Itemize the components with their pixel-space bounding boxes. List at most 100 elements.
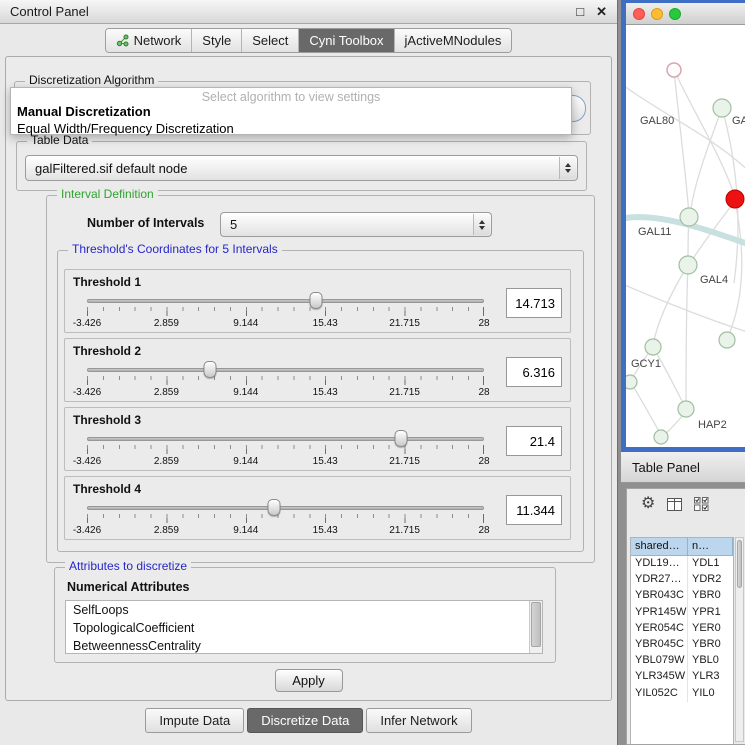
threshold-1-value-input[interactable] [506, 288, 562, 318]
tab-discretize-data[interactable]: Discretize Data [247, 708, 363, 733]
attributes-group: Attributes to discretize Numerical Attri… [54, 567, 556, 663]
column-header-shared-name[interactable]: shared… [631, 538, 688, 556]
table-row[interactable]: YER054C YER0 [631, 621, 733, 637]
zoom-traffic-light-icon[interactable] [669, 8, 681, 20]
cell[interactable]: YIL052C [631, 686, 688, 702]
table-data-combobox[interactable]: galFiltered.sif default node [25, 155, 578, 181]
cell[interactable]: YPR1 [688, 605, 733, 621]
list-item[interactable]: TopologicalCoefficient [66, 619, 542, 637]
cell[interactable]: YLR345W [631, 669, 688, 685]
cell[interactable]: YDL1 [688, 556, 733, 572]
network-node[interactable] [680, 208, 698, 226]
cell[interactable]: YBR045C [631, 637, 688, 653]
slider-track[interactable] [87, 368, 484, 372]
cell[interactable]: YBL0 [688, 653, 733, 669]
number-of-intervals-combobox[interactable]: 5 [220, 212, 492, 237]
float-window-icon[interactable]: □ [576, 5, 584, 18]
tab-network[interactable]: Network [106, 29, 192, 52]
tab-select[interactable]: Select [241, 29, 298, 52]
tab-style[interactable]: Style [191, 29, 241, 52]
minimize-traffic-light-icon[interactable] [651, 8, 663, 20]
table-row[interactable]: YBL079W YBL0 [631, 653, 733, 669]
pink-network-node[interactable] [667, 63, 681, 77]
scale-label: 15.43 [313, 318, 338, 329]
cell[interactable]: YER054C [631, 621, 688, 637]
select-columns-checkbox-grid-icon[interactable] [694, 497, 709, 511]
network-node[interactable] [713, 99, 731, 117]
network-node[interactable] [678, 401, 694, 417]
threshold-3-label: Threshold 3 [73, 413, 141, 427]
slider-track[interactable] [87, 506, 484, 510]
gear-icon[interactable]: ⚙ [641, 496, 655, 512]
close-window-icon[interactable]: ✕ [596, 5, 607, 18]
table-row[interactable]: YIL052C YIL0 [631, 686, 733, 702]
slider-thumb[interactable] [310, 292, 323, 309]
slider-ticks [87, 376, 484, 385]
numerical-attributes-list[interactable]: SelfLoops TopologicalCoefficient Between… [65, 600, 543, 654]
apply-button[interactable]: Apply [275, 669, 343, 692]
network-node[interactable] [645, 339, 661, 355]
combo-stepper-icon[interactable] [473, 214, 490, 235]
cell[interactable]: YLR3 [688, 669, 733, 685]
threshold-4-slider[interactable]: -3.426 2.859 9.144 15.43 21.715 28 [87, 499, 484, 539]
network-window-titlebar[interactable] [626, 3, 745, 25]
table-row[interactable]: YDR27… YDR2 [631, 572, 733, 588]
slider-thumb[interactable] [267, 499, 280, 516]
list-item[interactable]: BetweennessCentrality [66, 637, 542, 654]
cell[interactable]: YIL0 [688, 686, 733, 702]
column-header-name[interactable]: n… [688, 538, 733, 556]
cell[interactable]: YBL079W [631, 653, 688, 669]
table-row[interactable]: YPR145W YPR1 [631, 605, 733, 621]
table-toolbar: ⚙ [627, 489, 745, 519]
cell[interactable]: YDR2 [688, 572, 733, 588]
network-node[interactable] [719, 332, 735, 348]
table-row[interactable]: YLR345W YLR3 [631, 669, 733, 685]
slider-track[interactable] [87, 437, 484, 441]
dropdown-placeholder: Select algorithm to view settings [11, 88, 571, 103]
list-item[interactable]: SelfLoops [66, 601, 542, 619]
slider-track[interactable] [87, 299, 484, 303]
cell[interactable]: YDL19… [631, 556, 688, 572]
table-row[interactable]: YBR043C YBR0 [631, 588, 733, 604]
threshold-3-slider[interactable]: -3.426 2.859 9.144 15.43 21.715 28 [87, 430, 484, 470]
network-node[interactable] [654, 430, 668, 444]
cell[interactable]: YBR0 [688, 637, 733, 653]
scale-label: 21.715 [389, 525, 420, 536]
slider-thumb[interactable] [204, 361, 217, 378]
selected-red-node[interactable] [726, 190, 744, 208]
close-traffic-light-icon[interactable] [633, 8, 645, 20]
threshold-3-value-input[interactable] [506, 426, 562, 456]
cell[interactable]: YBR0 [688, 588, 733, 604]
tab-cyni-toolbox[interactable]: Cyni Toolbox [298, 29, 393, 52]
threshold-2-slider[interactable]: -3.426 2.859 9.144 15.43 21.715 28 [87, 361, 484, 401]
list-scrollbar[interactable] [529, 601, 542, 653]
table-panel-titlebar[interactable]: Table Panel [621, 452, 745, 483]
tab-jactivemnodules[interactable]: jActiveMNodules [394, 29, 512, 52]
tab-infer-network[interactable]: Infer Network [366, 708, 471, 733]
threshold-1-slider[interactable]: -3.426 2.859 9.144 15.43 21.715 28 [87, 292, 484, 332]
scrollbar-thumb[interactable] [531, 602, 541, 647]
network-node[interactable] [626, 375, 637, 389]
cell[interactable]: YDR27… [631, 572, 688, 588]
tab-label: Select [252, 33, 288, 48]
tab-impute-data[interactable]: Impute Data [145, 708, 244, 733]
scale-label: 28 [478, 525, 489, 536]
cell[interactable]: YBR043C [631, 588, 688, 604]
combo-stepper-icon[interactable] [559, 157, 576, 179]
table-row[interactable]: YDL19… YDL1 [631, 556, 733, 572]
cell[interactable]: YER0 [688, 621, 733, 637]
table-scrollbar[interactable] [735, 537, 744, 742]
dropdown-option-equal-width[interactable]: Equal Width/Frequency Discretization [11, 120, 571, 137]
network-canvas[interactable]: GAL80 GAL11 GAL4 GCY1 HAP2 GA [626, 25, 745, 447]
scrollbar-thumb[interactable] [737, 540, 742, 588]
threshold-2-value-input[interactable] [506, 357, 562, 387]
control-panel-titlebar[interactable]: Control Panel □ ✕ [0, 0, 617, 24]
cell[interactable]: YPR145W [631, 605, 688, 621]
table-row[interactable]: YBR045C YBR0 [631, 637, 733, 653]
network-node[interactable] [679, 256, 697, 274]
columns-icon[interactable] [667, 498, 682, 511]
tab-label: Style [202, 33, 231, 48]
slider-thumb[interactable] [394, 430, 407, 447]
threshold-4-value-input[interactable] [506, 495, 562, 525]
dropdown-option-manual-discretization[interactable]: Manual Discretization [11, 103, 571, 120]
